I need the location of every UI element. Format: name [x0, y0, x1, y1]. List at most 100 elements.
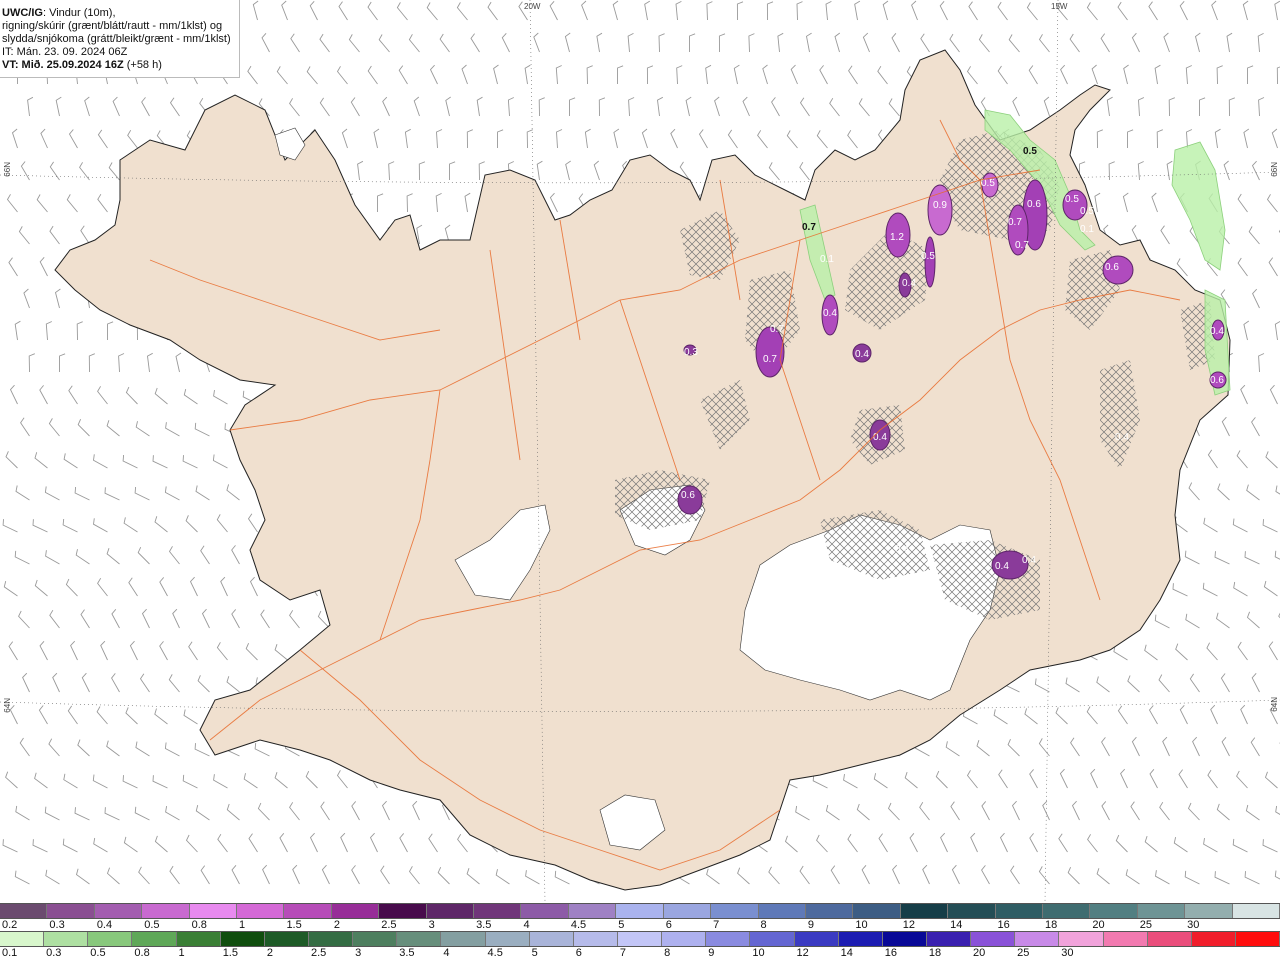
legend-swatch — [331, 904, 380, 918]
legend-swatch — [662, 932, 707, 946]
legend-label: 4 — [523, 919, 530, 931]
value-label: 0.7 — [1015, 240, 1029, 251]
value-label: 0.1 — [820, 254, 834, 265]
legend-swatch — [1235, 932, 1280, 946]
legend-swatch — [882, 932, 927, 946]
legend-label: 7 — [619, 947, 627, 959]
legend-label: 6 — [575, 947, 582, 959]
legend-label: 1.5 — [286, 919, 302, 931]
lon-label-20w: 20W — [524, 2, 541, 11]
legend-swatch — [529, 932, 574, 946]
value-label: 0.3 — [684, 347, 698, 358]
lat-label-64n-right: 64N — [1270, 697, 1279, 712]
legend-swatch — [1185, 904, 1233, 918]
legend-swatch — [1015, 932, 1060, 946]
value-label: 0.5 — [1023, 146, 1037, 157]
legend-label: 9 — [807, 919, 815, 931]
legend-label: 8 — [664, 947, 671, 959]
legend-swatch — [441, 932, 486, 946]
init-time: IT: Mán. 23. 09. 2024 06Z — [2, 46, 128, 58]
legend-label: 7 — [713, 919, 720, 931]
legend-swatch — [900, 904, 949, 918]
value-label: 0.1 — [1080, 224, 1094, 235]
legend-swatch — [838, 932, 883, 946]
legend-label: 25 — [1139, 919, 1153, 931]
legend-label: 6 — [665, 919, 672, 931]
value-label: 0.4 — [873, 432, 887, 443]
legend-label: 18 — [928, 947, 942, 959]
legend-label: 14 — [840, 947, 853, 959]
legend-swatch — [0, 932, 45, 946]
legend-label: 4.5 — [487, 947, 503, 959]
rain-legend-labels: 0.1 0.3 0.5 0.8 1 1.5 2 2.5 3 3.5 4 4.5 5 6 7 8 9 10 12 14 1… — [0, 947, 1280, 959]
legend-label: 0.8 — [134, 947, 150, 959]
legend-swatch — [426, 904, 475, 918]
legend-swatch — [220, 932, 265, 946]
legend-swatch — [94, 904, 143, 918]
legend-label: 30 — [1061, 947, 1074, 959]
legend-label: 2 — [266, 947, 273, 959]
title-line-3: slydda/snjókoma (grátt/bleikt/grænt - mm… — [2, 33, 231, 45]
legend-swatch — [132, 932, 177, 946]
value-label: 0.4 — [855, 349, 869, 360]
legend-label: 12 — [796, 947, 809, 959]
legend-label: 1 — [239, 919, 246, 931]
legend-swatch — [805, 904, 854, 918]
value-label: 0.6 — [1105, 262, 1119, 273]
value-label: 0.7 — [802, 222, 816, 233]
rain-legend-bar — [0, 931, 1280, 947]
legend-swatch — [264, 932, 309, 946]
legend-label: 0.3 — [46, 947, 62, 959]
legend-swatch — [237, 904, 285, 918]
legend-swatch — [353, 932, 398, 946]
legend-swatch — [308, 932, 354, 946]
legend-swatch — [853, 904, 901, 918]
legend-swatch — [1191, 932, 1236, 946]
legend-swatch — [474, 904, 522, 918]
legend-label: 3 — [428, 919, 435, 931]
legend-label: 9 — [708, 947, 715, 959]
legend-label: 20 — [973, 947, 986, 959]
legend-swatch — [284, 904, 332, 918]
value-label: 0.4 — [1210, 326, 1224, 337]
value-label: 1.2 — [890, 232, 904, 243]
legend-label: 0.5 — [144, 919, 160, 931]
map-title: UWC/IG: Vindur (10m), rigning/skúrir (gr… — [0, 0, 240, 78]
value-label: 0.5 — [1080, 206, 1094, 217]
value-label: 0.7 — [770, 324, 784, 335]
legend-swatch — [47, 904, 95, 918]
value-label: 0.5 — [1065, 194, 1079, 205]
legend-swatch — [0, 904, 48, 918]
legend-swatch — [1042, 904, 1091, 918]
legend-label: 5 — [531, 947, 538, 959]
title-line-1: : Vindur (10m), — [42, 7, 116, 19]
legend-label: 18 — [1044, 919, 1058, 931]
legend-label: 30 — [1187, 919, 1200, 931]
legend-swatch — [971, 932, 1016, 946]
lon-label-15w: 15W — [1051, 2, 1068, 11]
legend-swatch — [794, 932, 839, 946]
legend-label: 3.5 — [399, 947, 415, 959]
rain-legend: 0.1 0.3 0.5 0.8 1 1.5 2 2.5 3 3.5 4 4.5 5 6 7 8 9 10 12 14 1… — [0, 931, 1280, 959]
lat-label-64n-left: 64N — [3, 698, 12, 713]
legend-label: 1.5 — [222, 947, 238, 959]
legend-swatch — [189, 904, 238, 918]
value-label: 0.4 — [895, 544, 909, 555]
legend-swatch — [758, 904, 806, 918]
value-label: 0.4 — [902, 278, 916, 289]
legend-label: 10 — [752, 947, 765, 959]
legend-label: 2.5 — [310, 947, 327, 959]
legend-swatch — [521, 904, 569, 918]
lat-label-66n-right: 66N — [1270, 162, 1279, 177]
valid-time: VT: Mið. 25.09.2024 16Z — [2, 59, 124, 71]
legend-swatch — [711, 904, 759, 918]
legend-swatch — [706, 932, 751, 946]
legend-label: 0.5 — [90, 947, 106, 959]
value-label: 0.4 — [1022, 555, 1036, 566]
legend-label: 4 — [443, 947, 450, 959]
legend-label: 0.1 — [2, 947, 18, 959]
legend-swatch — [926, 932, 972, 946]
value-label: 0.7 — [1008, 217, 1022, 228]
legend-label: 2 — [333, 919, 340, 931]
legend-swatch — [1137, 904, 1186, 918]
